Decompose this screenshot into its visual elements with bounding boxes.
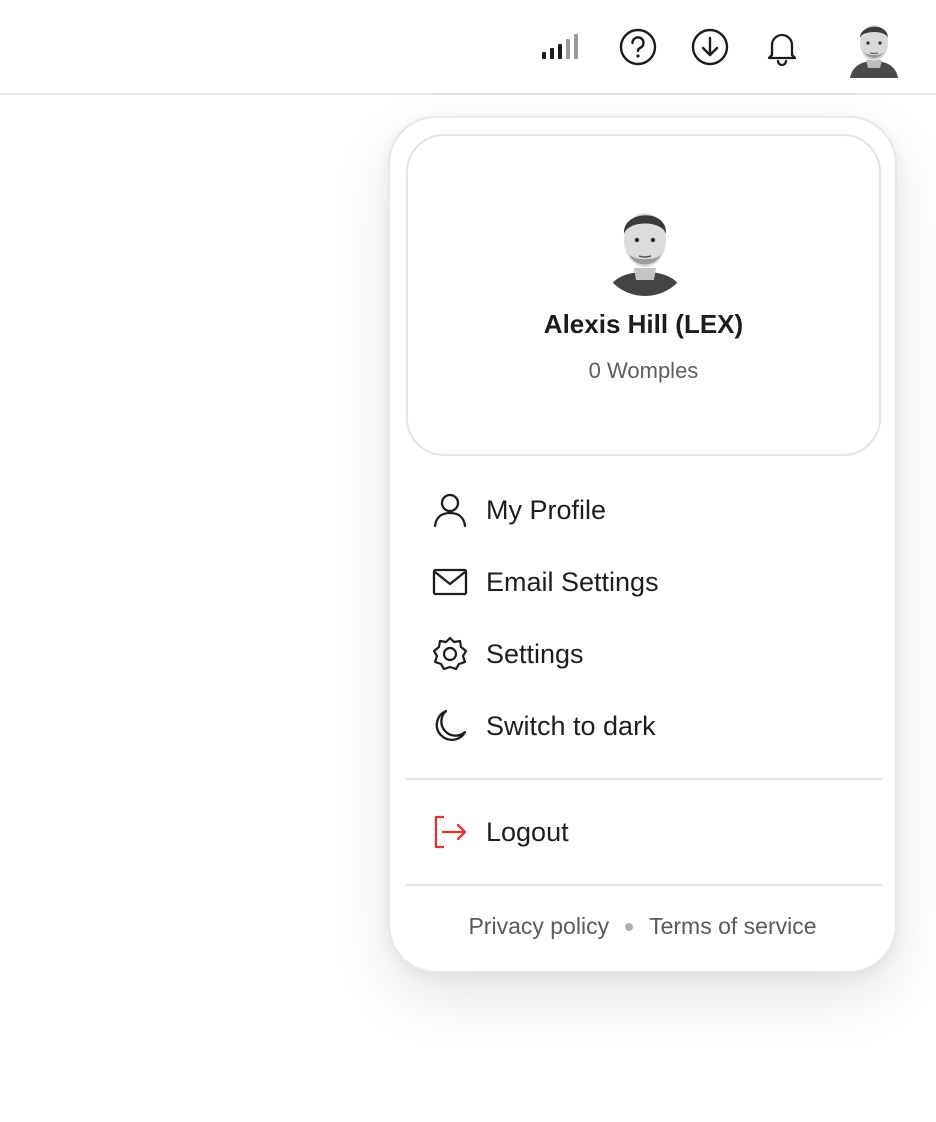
user-icon <box>430 490 470 530</box>
menu-item-label: Logout <box>486 816 569 847</box>
user-points: 0 Womples <box>588 358 699 383</box>
menu-item-email-settings[interactable]: Email Settings <box>430 560 860 604</box>
top-bar <box>0 0 936 95</box>
menu-divider <box>406 884 882 886</box>
terms-of-service-link[interactable]: Terms of service <box>649 913 816 940</box>
user-menu-dropdown: Alexis Hill (LEX) 0 Womples My Profile E… <box>388 116 897 973</box>
download-icon[interactable] <box>690 27 730 67</box>
menu-item-label: Email Settings <box>486 566 659 597</box>
menu-item-logout[interactable]: Logout <box>430 810 860 854</box>
signal-strength-icon[interactable] <box>540 27 580 67</box>
menu-item-label: Settings <box>486 638 584 669</box>
gear-icon <box>430 634 470 674</box>
menu-item-label: My Profile <box>486 494 607 525</box>
profile-avatar <box>604 198 686 296</box>
separator-dot <box>625 922 634 931</box>
profile-card: Alexis Hill (LEX) 0 Womples <box>406 134 881 456</box>
privacy-policy-link[interactable]: Privacy policy <box>468 913 609 940</box>
avatar[interactable] <box>846 16 902 78</box>
menu-item-switch-to-dark[interactable]: Switch to dark <box>430 704 860 748</box>
user-name: Alexis Hill (LEX) <box>543 309 744 339</box>
logout-icon <box>430 812 470 852</box>
mail-icon <box>430 562 470 602</box>
menu-divider <box>406 778 882 780</box>
menu-item-label: Switch to dark <box>486 710 656 741</box>
menu-item-settings[interactable]: Settings <box>430 632 860 676</box>
bell-icon[interactable] <box>762 27 802 67</box>
moon-icon <box>430 706 470 746</box>
menu-item-my-profile[interactable]: My Profile <box>430 488 860 532</box>
menu-footer: Privacy policy Terms of service <box>390 913 895 940</box>
help-icon[interactable] <box>618 27 658 67</box>
